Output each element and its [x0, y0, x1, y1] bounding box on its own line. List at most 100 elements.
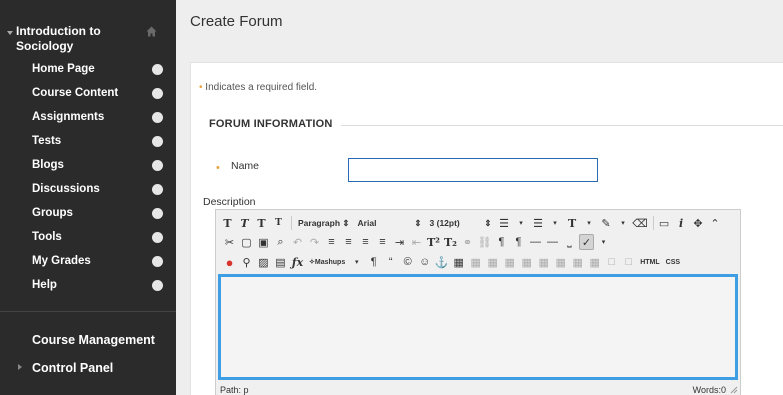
- sidebar-item-discussions[interactable]: Discussions: [32, 180, 167, 200]
- paragraph-format-select[interactable]: Paragraph ⇕: [295, 215, 353, 231]
- dropdown-arrow-icon[interactable]: ▾: [548, 215, 563, 231]
- chevron-down-icon[interactable]: [152, 184, 163, 195]
- sidebar-item-label: Assignments: [32, 111, 105, 123]
- chevron-down-icon[interactable]: [152, 136, 163, 147]
- subscript-icon[interactable]: T₂: [443, 234, 458, 250]
- chevron-down-icon[interactable]: [152, 232, 163, 243]
- align-center-icon[interactable]: ≡: [341, 234, 356, 250]
- copyright-icon[interactable]: ©: [400, 254, 415, 270]
- table-cell-props-icon[interactable]: ▦: [485, 254, 500, 270]
- sidebar-item-my-grades[interactable]: My Grades: [32, 252, 167, 272]
- css-button[interactable]: CSS: [664, 254, 682, 270]
- attach-link-icon[interactable]: ⚲: [239, 254, 254, 270]
- eraser-icon[interactable]: ⌫: [632, 215, 648, 231]
- rtl-direction-icon[interactable]: ¶: [511, 234, 526, 250]
- expand-triangle-icon[interactable]: [18, 364, 22, 370]
- table-row-props-icon[interactable]: ▦: [468, 254, 483, 270]
- mashups-button[interactable]: ✧ Mashups: [307, 254, 347, 270]
- outdent-icon[interactable]: ⇤: [409, 234, 424, 250]
- insert-image-icon[interactable]: ▨: [256, 254, 271, 270]
- dropdown-arrow-icon[interactable]: ▾: [616, 215, 631, 231]
- blockquote-icon[interactable]: “: [383, 254, 398, 270]
- insert-media-icon[interactable]: ▤: [273, 254, 288, 270]
- home-icon[interactable]: [146, 26, 157, 37]
- chevron-down-icon[interactable]: [152, 280, 163, 291]
- text-underline-style-icon[interactable]: T: [254, 215, 269, 231]
- text-italic-style-icon[interactable]: T: [237, 215, 252, 231]
- merge-cells-icon[interactable]: □: [621, 254, 636, 270]
- collapse-triangle-icon[interactable]: [7, 31, 13, 35]
- sidebar-item-home-page[interactable]: Home Page: [32, 60, 167, 80]
- dropdown-arrow-icon[interactable]: ▾: [582, 215, 597, 231]
- ltr-direction-icon[interactable]: ¶: [494, 234, 509, 250]
- fullscreen-icon[interactable]: ✥: [691, 215, 706, 231]
- sidebar-item-tests[interactable]: Tests: [32, 132, 167, 152]
- anchor-icon[interactable]: ⚓: [434, 254, 449, 270]
- font-family-select[interactable]: Arial ⇕: [355, 215, 425, 231]
- insert-col-after-icon[interactable]: ▦: [570, 254, 585, 270]
- horizontal-line-icon[interactable]: —: [545, 234, 560, 250]
- info-icon[interactable]: i: [674, 215, 689, 231]
- chevron-down-icon[interactable]: [152, 112, 163, 123]
- cut-icon[interactable]: ✂: [222, 234, 237, 250]
- find-icon[interactable]: ⌕: [273, 234, 288, 250]
- indent-icon[interactable]: ⇥: [392, 234, 407, 250]
- undo-icon[interactable]: ↶: [290, 234, 305, 250]
- redo-icon[interactable]: ↷: [307, 234, 322, 250]
- unlink-icon[interactable]: ⛓: [477, 234, 492, 250]
- sidebar-item-course-content[interactable]: Course Content: [32, 84, 167, 104]
- sidebar-item-blogs[interactable]: Blogs: [32, 156, 167, 176]
- name-input[interactable]: [348, 158, 598, 182]
- dropdown-arrow-icon[interactable]: ▾: [514, 215, 529, 231]
- chevron-down-icon[interactable]: [152, 160, 163, 171]
- description-label: Description: [203, 196, 256, 208]
- align-left-icon[interactable]: ≡: [324, 234, 339, 250]
- copy-icon[interactable]: ▢: [239, 234, 254, 250]
- align-right-icon[interactable]: ≡: [358, 234, 373, 250]
- dropdown-arrow-icon[interactable]: ▾: [596, 234, 611, 250]
- collapse-toolbar-icon[interactable]: ⌃: [708, 215, 723, 231]
- numbered-list-icon[interactable]: ☰: [531, 215, 546, 231]
- math-formula-icon[interactable]: ƒx: [290, 254, 305, 270]
- insert-row-after-icon[interactable]: ▦: [519, 254, 534, 270]
- delete-col-icon[interactable]: ▦: [587, 254, 602, 270]
- align-justify-icon[interactable]: ≡: [375, 234, 390, 250]
- text-style-icon[interactable]: T: [220, 215, 235, 231]
- sidebar-item-help[interactable]: Help: [32, 276, 167, 296]
- required-note-text: Indicates a required field.: [205, 82, 318, 93]
- chevron-down-icon[interactable]: [152, 208, 163, 219]
- preview-monitor-icon[interactable]: ▭: [657, 215, 672, 231]
- sidebar-item-assignments[interactable]: Assignments: [32, 108, 167, 128]
- bullet-list-icon[interactable]: ☰: [497, 215, 512, 231]
- resize-grip-icon[interactable]: [730, 386, 738, 394]
- insert-col-before-icon[interactable]: ▦: [553, 254, 568, 270]
- font-size-select[interactable]: 3 (12pt) ⇕: [427, 215, 495, 231]
- paste-icon[interactable]: ▣: [256, 234, 271, 250]
- dropdown-arrow-icon[interactable]: ▾: [349, 254, 364, 270]
- link-icon[interactable]: ⚭: [460, 234, 475, 250]
- mashups-label: Mashups: [314, 258, 346, 266]
- paragraph-mark-icon[interactable]: ¶: [366, 254, 381, 270]
- highlight-pen-icon[interactable]: ✎: [599, 215, 614, 231]
- editor-text-area[interactable]: [218, 274, 738, 380]
- split-cells-icon[interactable]: □: [604, 254, 619, 270]
- sidebar-item-tools[interactable]: Tools: [32, 228, 167, 248]
- course-title[interactable]: Introduction to Sociology: [16, 24, 136, 54]
- record-icon[interactable]: ●: [222, 254, 237, 270]
- sidebar-item-groups[interactable]: Groups: [32, 204, 167, 224]
- insert-row-before-icon[interactable]: ▦: [502, 254, 517, 270]
- nonbreaking-space-icon[interactable]: ⎵: [562, 234, 577, 250]
- horizontal-rule-icon[interactable]: —: [528, 234, 543, 250]
- text-color-icon[interactable]: T: [565, 215, 580, 231]
- chevron-down-icon[interactable]: [152, 88, 163, 99]
- delete-row-icon[interactable]: ▦: [536, 254, 551, 270]
- emoticon-icon[interactable]: ☺: [417, 254, 432, 270]
- html-button[interactable]: HTML: [638, 254, 661, 270]
- spellcheck-icon[interactable]: ✓: [579, 234, 594, 250]
- chevron-down-icon[interactable]: [152, 256, 163, 267]
- chevron-down-icon[interactable]: [152, 64, 163, 75]
- control-panel-link[interactable]: Control Panel: [32, 361, 113, 375]
- text-strike-style-icon[interactable]: T: [271, 215, 286, 231]
- insert-table-icon[interactable]: ▦: [451, 254, 466, 270]
- superscript-icon[interactable]: T²: [426, 234, 441, 250]
